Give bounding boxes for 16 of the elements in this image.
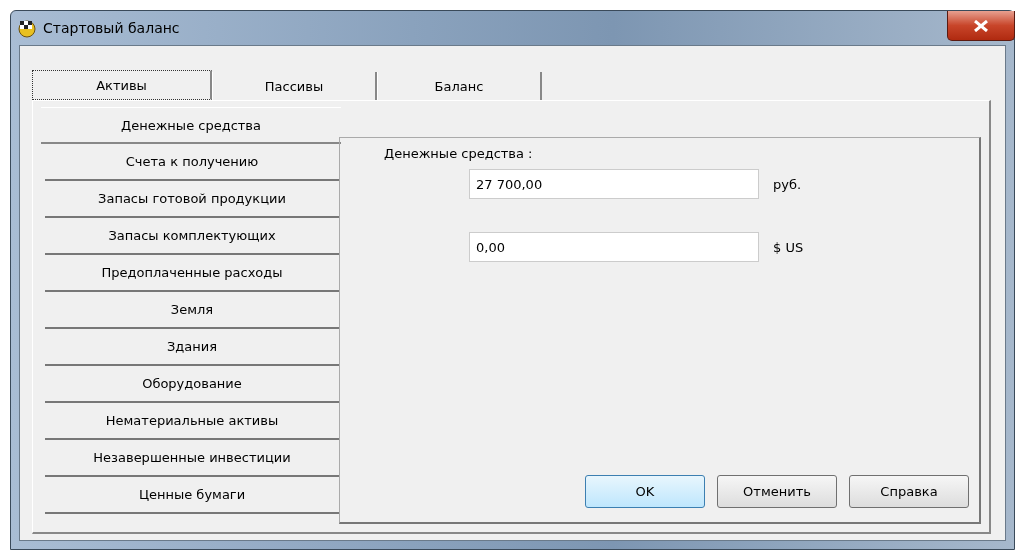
input-field[interactable]: 0,00	[469, 232, 759, 262]
window-title: Стартовый баланс	[43, 20, 180, 36]
field-heading: Денежные средства :	[384, 146, 533, 161]
unit-label: руб.	[773, 176, 802, 192]
sidebar-item[interactable]: Денежные средства	[41, 107, 341, 144]
close-button[interactable]	[947, 11, 1015, 41]
tab[interactable]: Баланс	[377, 72, 542, 100]
dialog-button[interactable]: Справка	[849, 475, 969, 508]
dialog-button[interactable]: Отменить	[717, 475, 837, 508]
tab[interactable]: Пассивы	[212, 72, 377, 100]
tab[interactable]: Активы	[32, 70, 212, 100]
close-icon	[973, 19, 989, 32]
dialog-button[interactable]: OK	[585, 475, 705, 508]
app-icon	[17, 18, 37, 38]
input-field[interactable]: 27 700,00	[469, 169, 759, 199]
unit-label: $ US	[773, 239, 804, 255]
